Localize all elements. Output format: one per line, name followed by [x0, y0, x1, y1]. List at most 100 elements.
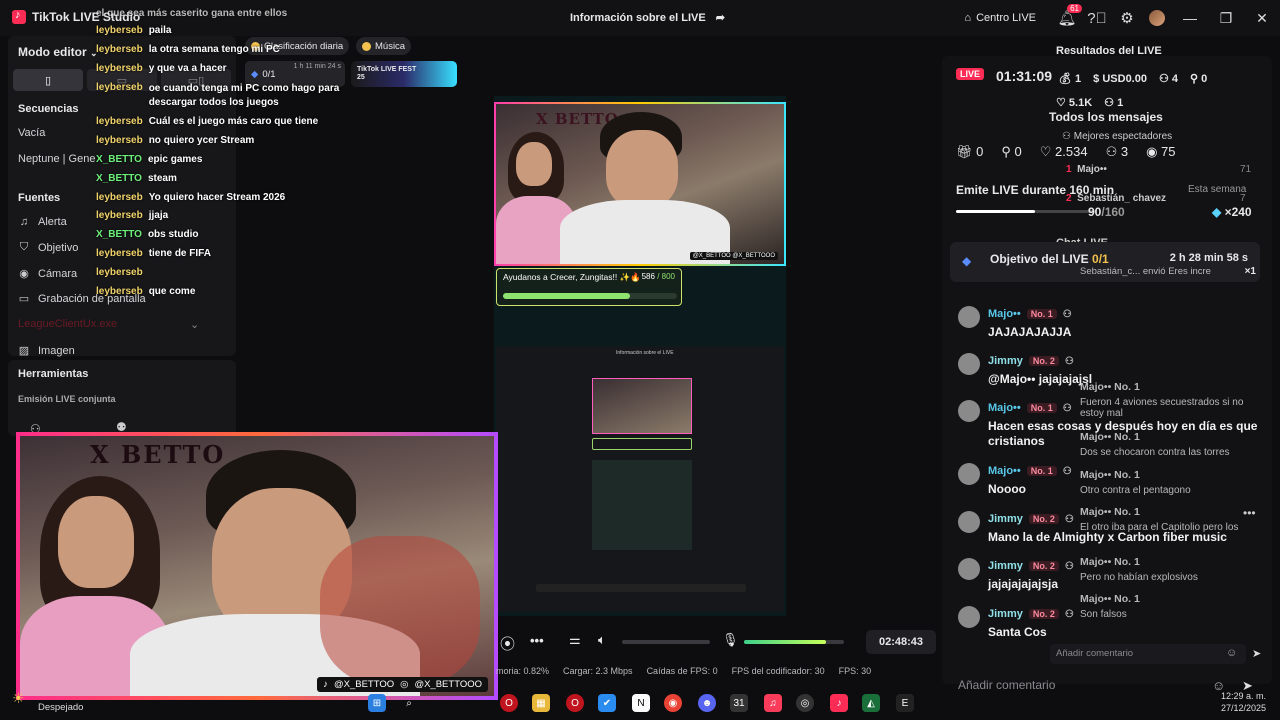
emite-total: /160 [1101, 205, 1125, 219]
ghost-chat-text: Fueron 4 aviones secuestrados si no esto… [1080, 397, 1244, 419]
source-objetivo[interactable]: ⛉ Objetivo [18, 241, 78, 254]
avatar [1149, 10, 1165, 26]
chat-username[interactable]: Majo•• [988, 465, 1021, 477]
avatar[interactable] [958, 558, 980, 580]
vertical-tab[interactable]: ▯ [13, 69, 83, 91]
centro-live-button[interactable]: ⌂ Centro LIVE [964, 12, 1036, 24]
volume-slider[interactable] [622, 640, 710, 644]
top-viewers-tab[interactable]: ⚇ Mejores espectadores [1062, 131, 1172, 142]
chrome-icon[interactable]: ◉ [664, 694, 682, 712]
avatar[interactable] [958, 353, 980, 375]
chat-username: leyberseb [96, 267, 143, 278]
ranked-viewer-2-score: 7 [1240, 193, 1246, 204]
chat-username[interactable]: Majo•• [988, 308, 1021, 320]
notion-icon[interactable]: N [632, 694, 650, 712]
mode-selector[interactable]: Modo editor ⌄ [18, 45, 98, 59]
help-button[interactable]: ?⃝ [1082, 3, 1112, 33]
chat-username[interactable]: Jimmy [988, 560, 1023, 572]
opera-gx-icon[interactable]: O [566, 694, 584, 712]
share-icon[interactable]: ➦ [716, 11, 725, 24]
chat-username[interactable]: Majo•• [988, 402, 1021, 414]
overlay-chat-row: el que sea más caserito gana entre ellos [96, 8, 287, 19]
emite-current: 90 [1088, 205, 1102, 219]
file-explorer-icon[interactable]: ▦ [532, 694, 550, 712]
chat-message-header: Jimmy No. 2 ⚇ [988, 608, 1074, 620]
emoji-icon[interactable]: ☺ [1226, 647, 1237, 659]
microphone-icon[interactable]: 🎙︎ [722, 632, 739, 648]
more-icon[interactable]: ••• [530, 633, 544, 648]
tiktok-studio-icon[interactable]: ♪ [830, 694, 848, 712]
all-messages-tab[interactable]: Todos los mensajes [1049, 110, 1163, 124]
top-viewers-label: Mejores espectadores [1073, 131, 1173, 142]
overlay-chat-row: leyberseb paila [96, 25, 172, 36]
camera-overlay[interactable]: X BETTO ♪ @X_BETTOO ◎ @X_BETTOOO [16, 432, 498, 700]
goal-icon: ◆ [962, 254, 972, 268]
follow-total-value: 0 [1014, 144, 1022, 159]
chat-username[interactable]: Jimmy [988, 608, 1023, 620]
source-alerta[interactable]: ♫ Alerta [18, 216, 67, 228]
clock-time: 12:29 a. m. [1220, 691, 1266, 701]
more-options-icon[interactable]: ••• [1243, 506, 1256, 520]
calendar-icon[interactable]: 31 [730, 694, 748, 712]
notifications-button[interactable]: 🔔︎ 61 [1052, 3, 1082, 33]
app-icon[interactable]: ◭ [862, 694, 880, 712]
record-icon[interactable]: ⦿ [500, 633, 515, 654]
send-icon[interactable]: ➤ [1252, 647, 1261, 660]
chat-username[interactable]: Jimmy [988, 355, 1023, 367]
avatar[interactable] [958, 306, 980, 328]
chat-username[interactable]: Jimmy [988, 513, 1023, 525]
settings-button[interactable]: ⚙ [1112, 3, 1142, 33]
mic-slider[interactable] [744, 640, 844, 644]
fps-drops-stat: Caídas de FPS: 0 [646, 666, 718, 676]
gift-total: 🎁︎ 0 [956, 144, 984, 159]
epic-games-icon[interactable]: E [896, 694, 914, 712]
chat-msg: oe cuando tenga mi PC como hago para des… [148, 83, 340, 108]
obs-icon[interactable]: ◎ [796, 694, 814, 712]
avatar[interactable] [958, 606, 980, 628]
viewer-name: Sebastián_ chavez [1077, 193, 1167, 204]
esta-semana: Esta semana [1188, 184, 1247, 195]
ghost-chat-header: Majo•• No. 1 [1080, 381, 1140, 393]
live-goal-card[interactable]: ◆ Objetivo del LIVE 0/1 2 h 28 min 58 s … [950, 242, 1260, 282]
profile-avatar[interactable] [1142, 3, 1172, 33]
overlay-comment-input[interactable]: Añadir comentario [1050, 644, 1246, 664]
search-icon[interactable]: ⌕ [400, 694, 418, 712]
rank-badge: No. 1 [1026, 309, 1057, 319]
usd-value: USD0.00 [1102, 72, 1147, 85]
objetivo-label: Objetivo del LIVE [990, 252, 1089, 266]
musica-chip[interactable]: Música [356, 37, 412, 55]
emite-progress: 90/160 [1088, 205, 1125, 219]
scene-item-0[interactable]: Vacía [18, 127, 45, 139]
discord-icon[interactable]: ☻ [698, 694, 716, 712]
avatar[interactable] [958, 511, 980, 533]
avatar[interactable] [958, 463, 980, 485]
minimize-button[interactable]: — [1172, 0, 1208, 36]
chat-text: JAJAJAJAJJA [988, 325, 1072, 339]
todo-icon[interactable]: ✔ [598, 694, 616, 712]
mixer-icon[interactable]: ⚌ [569, 632, 581, 648]
stream-preview[interactable]: X BETTO @X_BETTOO @X_BETTOOO Ayudanos a … [494, 96, 786, 616]
source-camara[interactable]: ◉ Cámara [18, 267, 77, 281]
avatar[interactable] [958, 400, 980, 422]
source-league[interactable]: LeagueClientUx.exe ⌄ [18, 318, 199, 331]
chip-label: Música [375, 40, 406, 52]
speaker-icon[interactable]: 🔈︎ [598, 632, 606, 648]
monitor-icon: ▭ [18, 293, 30, 305]
close-button[interactable]: ✕ [1244, 0, 1280, 36]
rank-badge: No. 2 [1028, 356, 1059, 366]
goal-title: Ayudanos a Crecer, Zungitas!! ✨🔥 [503, 272, 641, 282]
opera-icon[interactable]: O [500, 694, 518, 712]
source-imagen[interactable]: ▨ Imagen [18, 344, 75, 358]
fan-icon: ⚇ [1064, 355, 1074, 367]
maximize-button[interactable]: ❐ [1208, 0, 1244, 36]
live-stats-row-2: ♡ 5.1K ⚇ 1 [1056, 96, 1123, 109]
goal-progress-bar [503, 293, 677, 299]
start-icon[interactable]: ⊞ [368, 694, 386, 712]
viewer-name: Majo•• [1077, 164, 1107, 175]
image-icon: ▨ [18, 345, 30, 357]
music-app-icon[interactable]: ♫ [764, 694, 782, 712]
rank-badge: No. 1 [1026, 403, 1057, 413]
chat-msg: Yo quiero hacer Stream 2026 [148, 192, 286, 203]
scene-item-1[interactable]: Neptune | Gene [18, 153, 95, 165]
overlay-chat-row: leyberseb no quiero ycer Stream [96, 135, 254, 146]
